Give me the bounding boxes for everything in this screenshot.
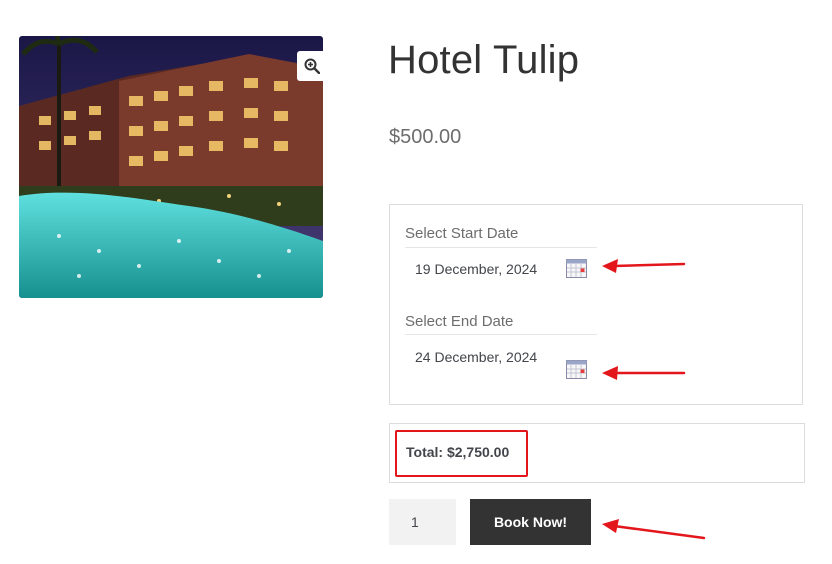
red-arrow-icon xyxy=(602,519,706,540)
hotel-photo xyxy=(19,36,323,298)
product-price: $500.00 xyxy=(389,126,462,148)
quantity-input[interactable]: 1 xyxy=(389,499,456,545)
zoom-button[interactable] xyxy=(297,51,327,81)
product-title: Hotel Tulip xyxy=(388,38,580,82)
end-date-label: Select End Date xyxy=(405,313,514,330)
zoom-in-icon xyxy=(304,58,320,74)
book-now-button[interactable]: Book Now! xyxy=(470,499,591,545)
total-price: Total: $2,750.00 xyxy=(406,444,510,460)
start-date-label: Select Start Date xyxy=(405,225,519,242)
red-arrow-icon xyxy=(602,366,686,380)
calendar-icon[interactable] xyxy=(566,259,587,278)
red-arrow-icon xyxy=(602,259,686,273)
calendar-icon[interactable] xyxy=(566,360,587,379)
product-image[interactable] xyxy=(19,36,323,298)
